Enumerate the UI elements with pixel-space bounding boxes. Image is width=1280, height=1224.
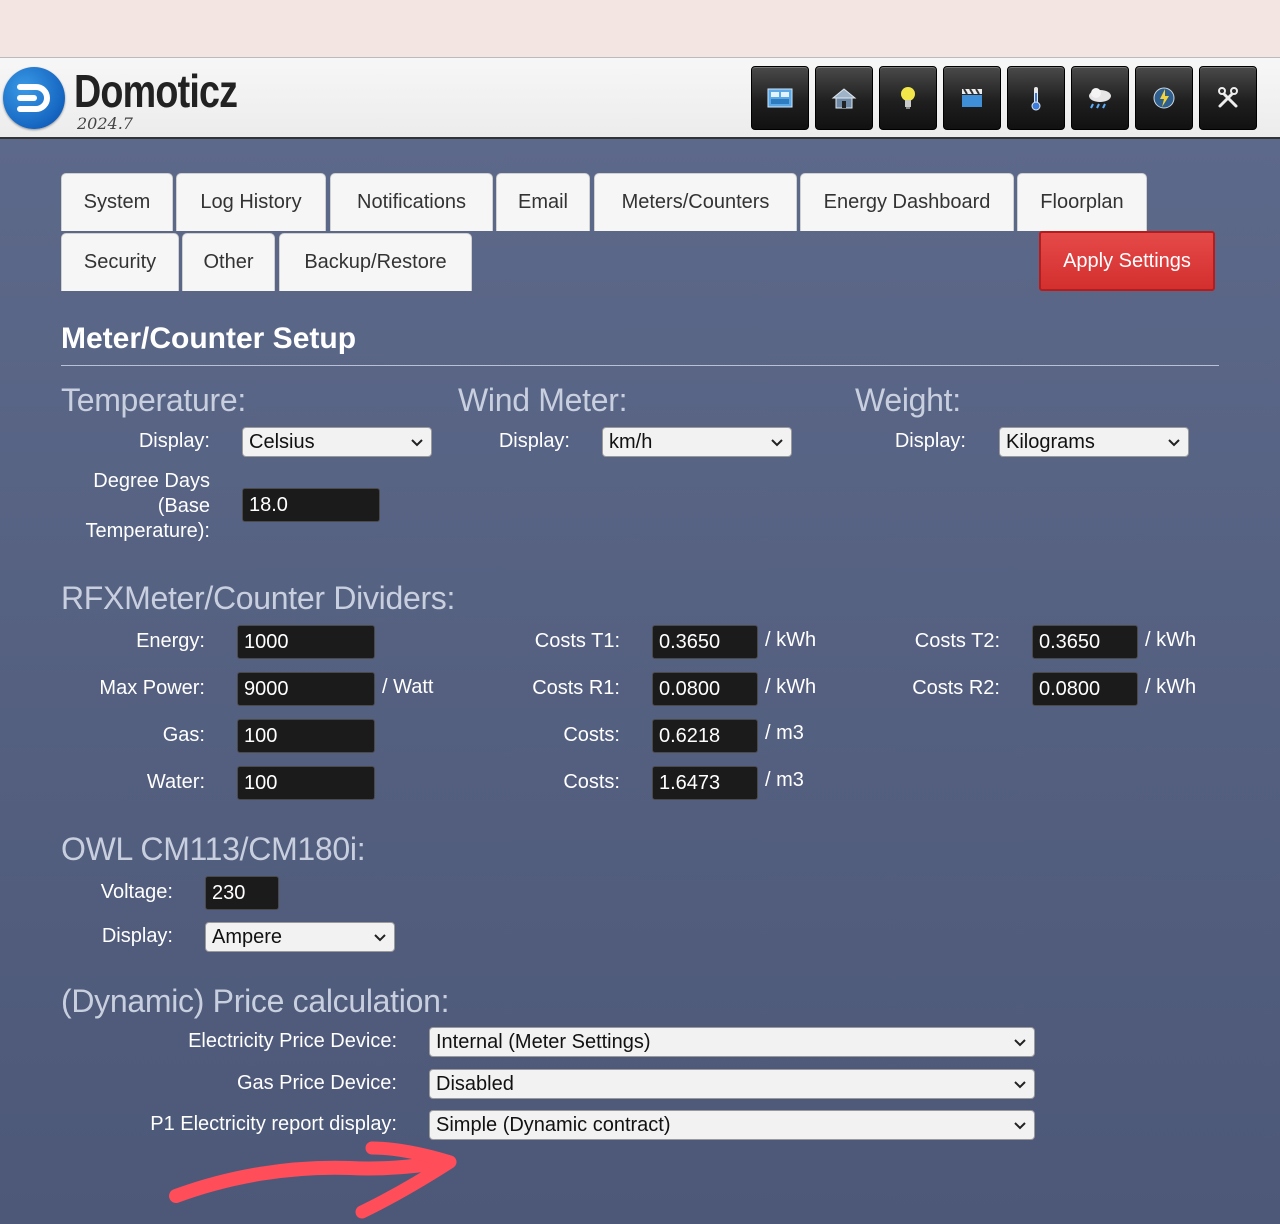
annotation-arrow-icon	[169, 1141, 457, 1219]
